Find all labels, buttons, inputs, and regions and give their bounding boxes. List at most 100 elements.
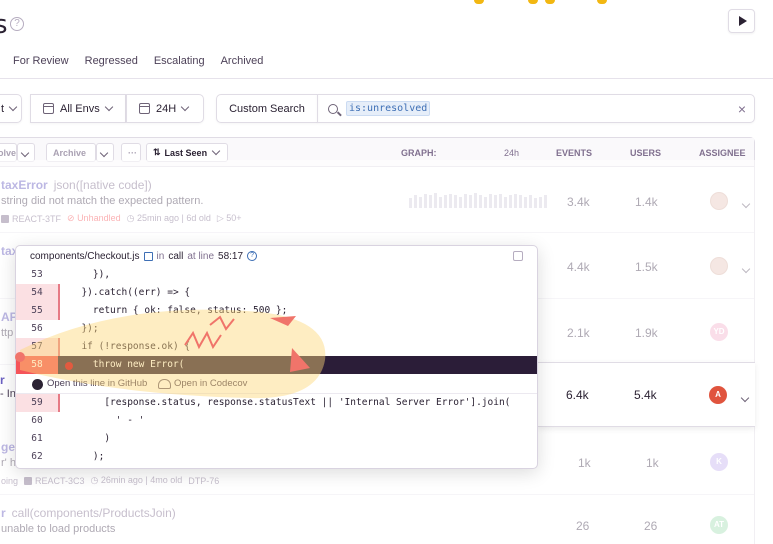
issue-title[interactable]: r call(components/ProductsJoin) (1, 506, 176, 520)
graph-header: GRAPH: (401, 148, 437, 158)
codecov-link[interactable]: Open in Codecov (174, 378, 247, 389)
info-icon[interactable]: ? (247, 251, 258, 261)
at-line-label: at line (187, 250, 215, 262)
sparkline-bar (519, 195, 522, 208)
sparkline-bar (524, 196, 527, 208)
project-filter[interactable]: t (0, 94, 22, 123)
chevron-down-icon[interactable] (736, 388, 750, 406)
sparkline-bar (449, 194, 452, 208)
project-filter-label: t (1, 102, 5, 115)
replay-count[interactable]: ▷ 50+ (217, 213, 242, 224)
users-count: 1k (646, 456, 659, 470)
users-header[interactable]: USERS (630, 148, 661, 158)
code-line: 62 ); (16, 448, 537, 466)
page-title: s (0, 10, 8, 40)
tab-archived[interactable]: Archived (221, 55, 264, 67)
events-count: 6.4k (566, 388, 589, 402)
github-link[interactable]: Open this line in GitHub (47, 378, 147, 389)
sparkline-bar (454, 195, 457, 208)
line-number: 53 (31, 269, 43, 280)
issue-message: r' h (1, 457, 16, 469)
archive-dropdown[interactable] (96, 143, 114, 162)
issue-title[interactable]: taxError json([native code]) (1, 178, 152, 192)
issue-type: taxError (1, 178, 48, 192)
line-code: }).catch((err) => { (70, 287, 191, 298)
sort-dropdown[interactable]: ⇅ Last Seen (146, 143, 228, 162)
highlighted-row[interactable]: 6.4k 5.4k A (538, 362, 755, 427)
tab-escalating[interactable]: Escalating (154, 55, 205, 67)
avatar[interactable]: YD (710, 323, 728, 341)
more-actions-button[interactable]: ··· (121, 143, 141, 162)
chevron-down-icon[interactable] (737, 259, 751, 277)
graph-period[interactable]: 24h (504, 148, 519, 158)
assignee-header: ASSIGNEE (699, 148, 746, 158)
collapse-icon[interactable] (513, 251, 523, 261)
tab-regressed[interactable]: Regressed (85, 55, 138, 67)
github-icon (32, 379, 43, 390)
chevron-down-icon[interactable] (737, 194, 751, 212)
line-code: ' - ' (70, 415, 145, 426)
period-filter-label: 24H (156, 102, 177, 115)
project-badge: REACT-3TF (1, 214, 61, 224)
line-number: 56 (31, 323, 43, 334)
line-number: 55 (16, 302, 58, 320)
resolve-button[interactable]: olve (0, 143, 17, 162)
line-number: 58 (16, 356, 58, 374)
short-id: REACT-3C3 (35, 475, 85, 486)
search-token[interactable]: is:unresolved (346, 101, 431, 116)
avatar[interactable]: AT (710, 516, 728, 534)
line-number: 57 (16, 338, 58, 356)
period-filter[interactable]: 24H (126, 94, 204, 123)
sparkline-bar (469, 195, 472, 208)
project-icon (24, 476, 33, 485)
sparkline-bar (504, 196, 507, 208)
line-code: [response.status, response.statusText ||… (70, 397, 511, 408)
archive-button[interactable]: Archive (46, 143, 96, 162)
users-count: 1.4k (635, 195, 658, 209)
age-info: ◷ 25min ago | 6d old (126, 213, 211, 223)
chevron-down-icon (99, 148, 109, 157)
short-id: REACT-3TF (12, 213, 62, 224)
avatar[interactable]: A (709, 386, 727, 404)
code-line: 60 ' - ' (16, 412, 537, 430)
resolve-dropdown[interactable] (17, 143, 35, 162)
linked-issue[interactable]: DTP-76 (188, 476, 219, 486)
avatar[interactable]: K (710, 453, 728, 471)
tab-for-review[interactable]: For Review (13, 55, 69, 67)
age-info: ◷ 26min ago | 4mo old (90, 475, 183, 485)
external-link-icon[interactable] (143, 251, 153, 261)
issue-culprit: call(components/ProductsJoin) (11, 506, 176, 520)
avatar[interactable] (710, 257, 728, 275)
sort-icon: ⇅ (153, 147, 161, 157)
codecov-icon (158, 379, 171, 389)
line-code: if (!response.ok) { (70, 341, 191, 352)
events-header[interactable]: EVENTS (556, 148, 592, 158)
table-header: olve Archive ··· ⇅ Last Seen GRAPH: 24h … (0, 138, 754, 167)
sparkline-bar (479, 195, 482, 208)
avatar[interactable] (710, 192, 728, 210)
code-line-active: 58 throw new Error( (16, 356, 537, 374)
play-button[interactable] (728, 9, 755, 33)
line-code: ) (70, 433, 111, 444)
help-icon[interactable]: ? (10, 17, 24, 31)
env-filter[interactable]: All Envs (30, 94, 126, 123)
project-icon (1, 214, 9, 223)
search-input[interactable]: is:unresolved × (317, 94, 755, 123)
sparkline-bar (484, 196, 487, 208)
events-count: 26 (576, 519, 590, 533)
custom-search-button[interactable]: Custom Search (216, 94, 318, 123)
sparkline-bar (439, 196, 442, 208)
clear-search-icon[interactable]: × (738, 101, 746, 117)
trophy-icon (597, 0, 607, 4)
sparkline-bar (424, 194, 427, 208)
line-number: 54 (16, 284, 58, 302)
table-row[interactable]: taxError json([native code]) string did n… (0, 168, 754, 233)
code-line: 53 }), (16, 266, 537, 284)
sparkline-bar (529, 195, 532, 208)
issue-culprit: json([native code]) (53, 178, 152, 192)
table-row[interactable]: r call(components/ProductsJoin) unable to… (0, 496, 754, 544)
trophy-icon (545, 0, 555, 4)
line-location: 58:17 (218, 250, 244, 262)
code-line: 59 [response.status, response.statusText… (16, 394, 537, 412)
issue-title[interactable]: ge (1, 440, 15, 454)
